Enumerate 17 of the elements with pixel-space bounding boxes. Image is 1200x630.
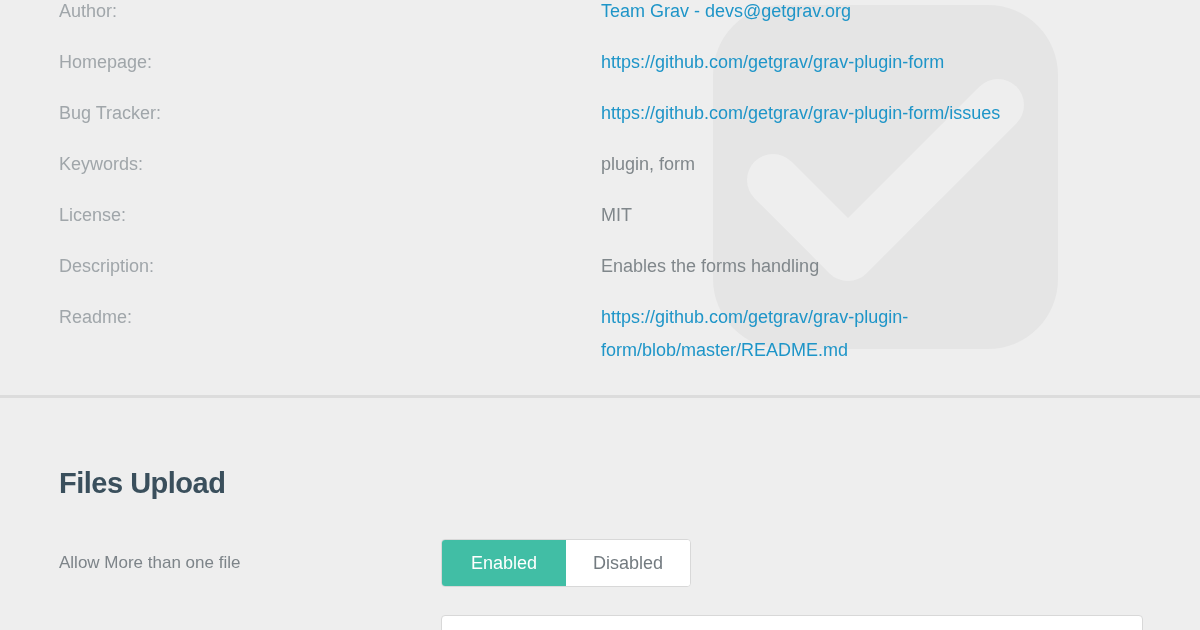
info-link[interactable]: https://github.com/getgrav/grav-plugin-form/blob/master/README.md	[601, 301, 1101, 367]
info-value: Enables the forms handling	[601, 255, 820, 278]
info-label: Readme:	[59, 306, 134, 329]
info-label: Description:	[59, 255, 156, 278]
info-label: Bug Tracker:	[59, 102, 163, 125]
info-value: MIT	[601, 204, 632, 227]
info-label: Keywords:	[59, 153, 145, 176]
info-link[interactable]: https://github.com/getgrav/grav-plugin-form	[601, 46, 945, 79]
toggle-option[interactable]: Enabled	[442, 540, 566, 586]
info-label: Author:	[59, 0, 119, 23]
info-label: License:	[59, 204, 128, 227]
field-label: Allow More than one file	[59, 553, 242, 573]
info-link[interactable]: Team Grav - devs@getgrav.org	[601, 0, 852, 28]
info-label: Homepage:	[59, 51, 154, 74]
section-title: Files Upload	[59, 466, 227, 501]
info-value: plugin, form	[601, 153, 696, 176]
info-link[interactable]: https://github.com/getgrav/grav-plugin-form/issues	[601, 97, 1001, 130]
